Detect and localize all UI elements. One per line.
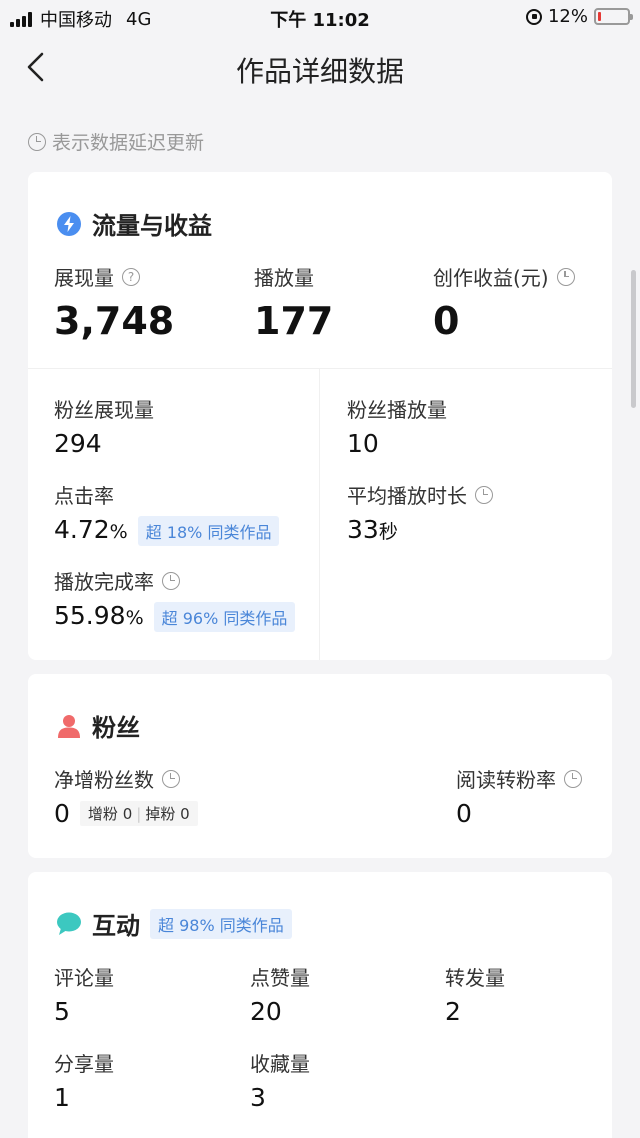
favorites-metric: 收藏量 3 — [250, 1048, 310, 1112]
plays-value: 177 — [254, 299, 334, 343]
status-bar: 中国移动 4G 下午 11:02 12% — [0, 0, 640, 34]
completion-unit: % — [125, 607, 144, 629]
ctr-badge: 超 18% 同类作品 — [137, 516, 280, 546]
comments-value: 5 — [54, 997, 70, 1026]
avg-duration-label: 平均播放时长 — [347, 484, 467, 508]
clock-icon — [475, 485, 493, 504]
net-fans-value: 0 — [54, 799, 70, 828]
shares-label: 分享量 — [54, 1052, 114, 1076]
conversion-value: 0 — [456, 799, 472, 828]
earnings-label: 创作收益(元) — [433, 266, 549, 290]
fan-plays-metric: 粉丝播放量 10 — [347, 394, 447, 458]
scrollbar[interactable] — [631, 270, 636, 408]
fan-impressions-metric: 粉丝展现量 294 — [54, 394, 154, 458]
favorites-label: 收藏量 — [250, 1052, 310, 1076]
traffic-card: 流量与收益 展现量? 3,748 播放量 177 创作收益(元) 0 粉丝展现量… — [28, 172, 612, 660]
person-icon — [58, 714, 80, 738]
likes-metric: 点赞量 20 — [250, 962, 310, 1026]
lightning-icon — [57, 211, 81, 236]
fans-card: 粉丝 净增粉丝数 0 增粉 0 | 掉粉 0 阅读转粉率 0 — [28, 674, 612, 858]
reposts-metric: 转发量 2 — [445, 962, 505, 1026]
divider — [28, 368, 612, 369]
impressions-label: 展现量 — [54, 266, 114, 290]
delay-notice: 表示数据延迟更新 — [28, 128, 204, 155]
clock-icon — [564, 769, 582, 788]
clock-icon — [556, 267, 575, 286]
ctr-unit: % — [109, 521, 128, 543]
impressions-metric: 展现量? 3,748 — [54, 262, 174, 343]
completion-badge: 超 96% 同类作品 — [153, 602, 296, 632]
interaction-section-header: 互动 超 98% 同类作品 — [56, 906, 292, 941]
delay-notice-text: 表示数据延迟更新 — [52, 132, 205, 154]
conversion-metric: 阅读转粉率 0 — [456, 764, 582, 828]
fans-section-header: 粉丝 — [56, 708, 140, 743]
completion-metric: 播放完成率 55.98% 超 96% 同类作品 — [54, 566, 296, 632]
shares-value: 1 — [54, 1083, 70, 1112]
fan-plays-label: 粉丝播放量 — [347, 398, 447, 422]
ctr-value: 4.72 — [54, 515, 110, 544]
earnings-metric: 创作收益(元) 0 — [433, 262, 575, 343]
ctr-label: 点击率 — [54, 484, 114, 508]
net-fans-metric: 净增粉丝数 0 增粉 0 | 掉粉 0 — [54, 764, 198, 828]
completion-value: 55.98 — [54, 601, 126, 630]
shares-metric: 分享量 1 — [54, 1048, 114, 1112]
conversion-label: 阅读转粉率 — [456, 768, 556, 792]
clock-icon — [162, 571, 180, 590]
section-title: 粉丝 — [92, 714, 140, 742]
traffic-section-header: 流量与收益 — [56, 206, 212, 241]
likes-label: 点赞量 — [250, 966, 310, 990]
nav-bar: 作品详细数据 — [0, 34, 640, 104]
rotation-lock-icon — [525, 8, 542, 25]
interaction-badge: 超 98% 同类作品 — [150, 908, 292, 939]
impressions-value: 3,748 — [54, 299, 175, 343]
chat-bubble-icon — [57, 912, 81, 935]
avg-duration-value: 33 — [347, 515, 379, 544]
divider: | — [136, 804, 142, 823]
page-title: 作品详细数据 — [235, 55, 404, 88]
fan-impressions-value: 294 — [54, 429, 102, 458]
completion-label: 播放完成率 — [54, 570, 154, 594]
avg-duration-unit: 秒 — [378, 521, 398, 543]
net-fans-label: 净增粉丝数 — [54, 768, 154, 792]
clock-icon — [162, 769, 180, 788]
divider — [319, 368, 320, 660]
likes-value: 20 — [250, 997, 282, 1026]
battery-percent: 12% — [547, 6, 588, 27]
fan-plays-value: 10 — [347, 429, 379, 458]
section-title: 流量与收益 — [92, 212, 212, 240]
plays-metric: 播放量 177 — [254, 262, 333, 343]
plays-label: 播放量 — [254, 266, 314, 290]
help-icon[interactable]: ? — [122, 267, 140, 286]
favorites-value: 3 — [250, 1083, 266, 1112]
interaction-card: 互动 超 98% 同类作品 评论量 5 点赞量 20 转发量 2 分享量 1 收… — [28, 872, 612, 1138]
loss-value: 0 — [180, 804, 190, 823]
clock-icon — [28, 132, 46, 151]
avg-duration-metric: 平均播放时长 33秒 — [347, 480, 493, 544]
earnings-value: 0 — [433, 299, 460, 343]
loss-label: 掉粉 — [145, 805, 176, 823]
ctr-metric: 点击率 4.72% 超 18% 同类作品 — [54, 480, 280, 546]
comments-label: 评论量 — [54, 966, 114, 990]
section-title: 互动 — [92, 912, 140, 940]
fan-impressions-label: 粉丝展现量 — [54, 398, 154, 422]
fans-change-pill: 增粉 0 | 掉粉 0 — [79, 801, 198, 826]
comments-metric: 评论量 5 — [54, 962, 114, 1026]
gain-value: 0 — [122, 804, 133, 823]
battery-icon — [594, 8, 633, 25]
gain-label: 增粉 — [87, 805, 118, 823]
reposts-label: 转发量 — [445, 966, 505, 990]
reposts-value: 2 — [445, 997, 461, 1026]
